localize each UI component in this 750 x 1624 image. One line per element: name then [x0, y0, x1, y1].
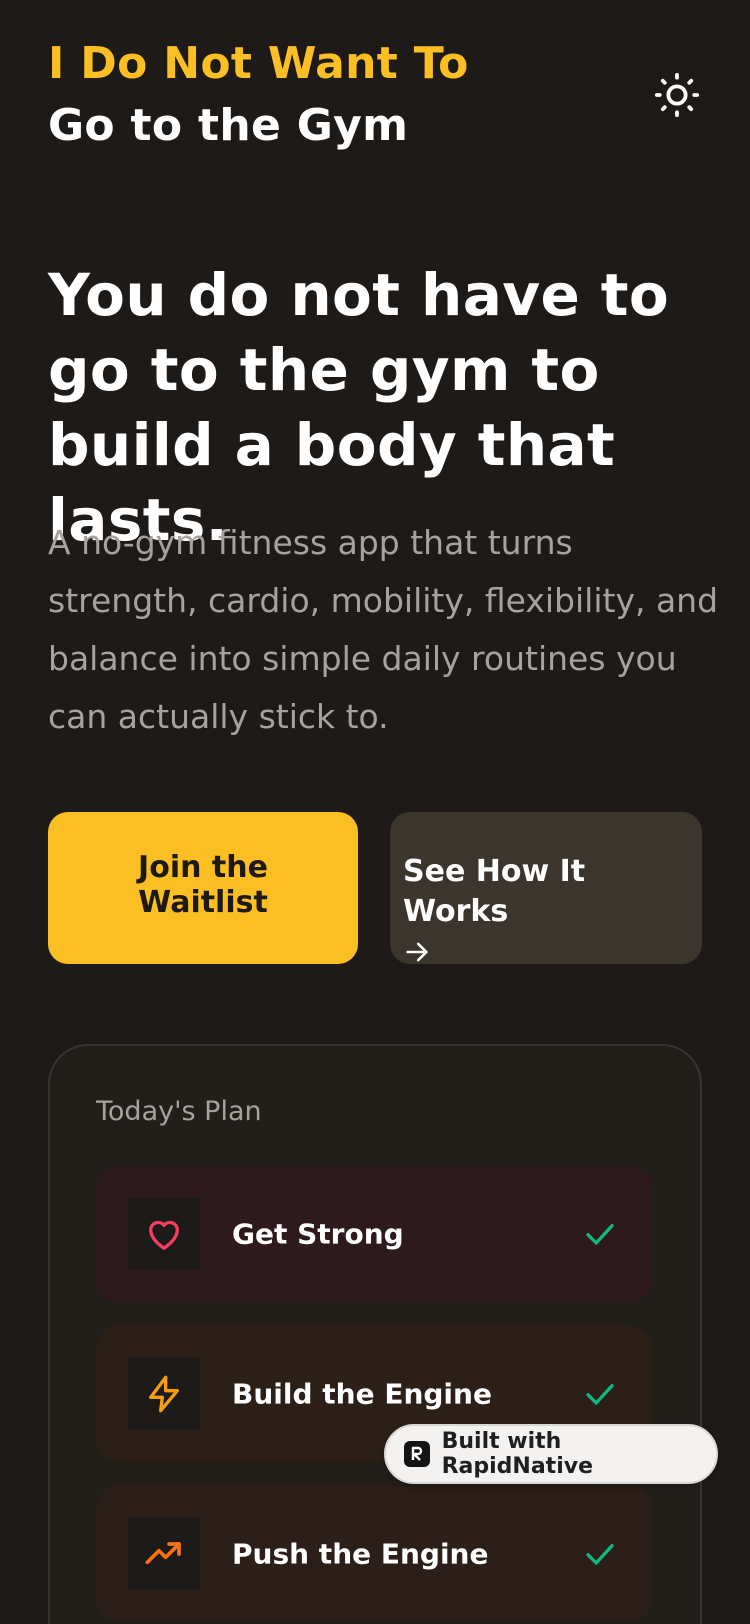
- hero-headline: You do not have to go to the gym to buil…: [48, 261, 670, 554]
- plan-item-icon-box: [128, 1518, 200, 1590]
- plan-item-push-the-engine[interactable]: Push the Engine: [96, 1486, 652, 1622]
- plan-item-label: Get Strong: [232, 1217, 404, 1251]
- check-icon: [586, 1224, 614, 1245]
- hero-subtext: A no-gym fitness app that turns strength…: [48, 523, 719, 736]
- join-waitlist-button[interactable]: Join the Waitlist: [48, 812, 358, 964]
- heart-icon: [149, 1220, 179, 1250]
- see-how-it-works-button[interactable]: See How It Works: [390, 812, 702, 964]
- plan-item-label: Build the Engine: [232, 1377, 492, 1411]
- trending-up-icon: [145, 1542, 181, 1565]
- check-icon: [586, 1384, 614, 1405]
- plan-title: Today's Plan: [96, 1096, 262, 1127]
- plan-item-label: Push the Engine: [232, 1537, 489, 1571]
- plan-item-get-strong[interactable]: Get Strong: [96, 1166, 652, 1302]
- landing-page: I Do Not Want To Go to the Gym You do no…: [0, 0, 750, 1624]
- check-icon: [586, 1544, 614, 1565]
- see-how-it-works-label: See How It Works: [403, 854, 586, 929]
- join-waitlist-label: Join the Waitlist: [138, 850, 268, 920]
- plan-item-icon-box: [128, 1198, 200, 1270]
- sun-icon: [654, 72, 700, 118]
- rapidnative-logo-icon: [404, 1441, 430, 1467]
- todays-plan-card: Today's Plan Get Strong Build the Engine: [48, 1044, 702, 1624]
- plan-item-icon-box: [128, 1358, 200, 1430]
- brand-title-line1: I Do Not Want To: [48, 38, 469, 89]
- lightning-icon: [149, 1375, 179, 1413]
- theme-toggle-button[interactable]: [652, 70, 702, 120]
- brand-title-line2: Go to the Gym: [48, 100, 409, 151]
- built-with-badge[interactable]: Built with RapidNative: [384, 1424, 718, 1484]
- arrow-right-icon: [406, 942, 428, 962]
- built-with-badge-text: Built with RapidNative: [441, 1429, 593, 1479]
